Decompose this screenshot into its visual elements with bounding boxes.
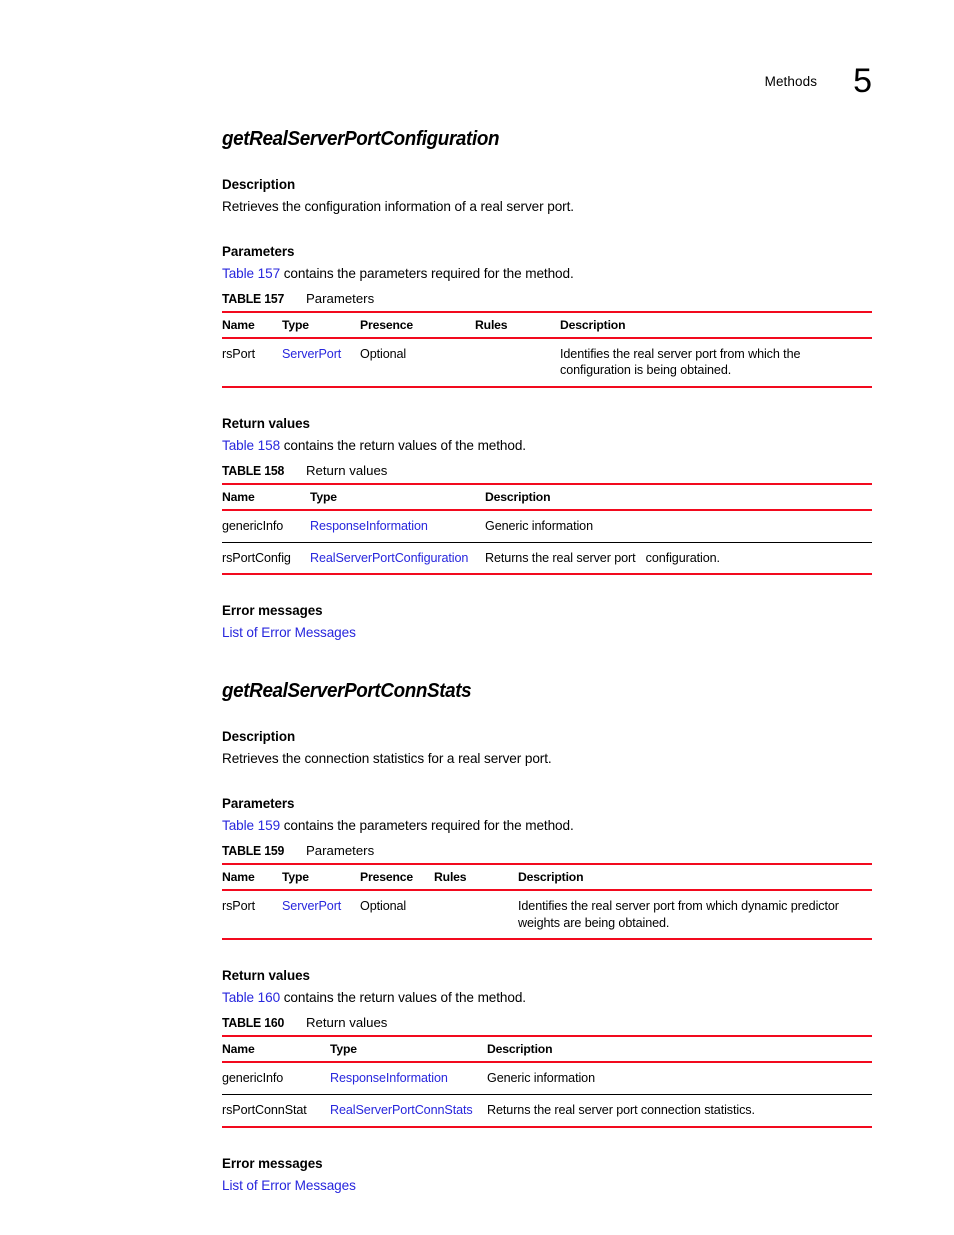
return-values-intro-1: Table 158 contains the return values of … (222, 438, 872, 455)
table-row: rsPort ServerPort Optional Identifies th… (222, 338, 872, 387)
table-158-link[interactable]: Table 158 (222, 438, 280, 453)
col-header-rules: Rules (475, 317, 508, 332)
table-159-caption: TABLE 159 Parameters (222, 843, 872, 859)
table-157-caption: TABLE 157 Parameters (222, 291, 872, 307)
parameters-intro-text-1: contains the parameters required for the… (280, 265, 574, 281)
error-messages-link-2[interactable]: List of Error Messages (222, 1178, 356, 1193)
return-values-heading-2: Return values (222, 968, 310, 984)
table-158: Name Type Description genericInfo Respon… (222, 483, 872, 575)
cell-description: Generic information (487, 1071, 595, 1086)
cell-name: genericInfo (222, 518, 284, 533)
cell-name: rsPort (222, 346, 255, 361)
col-header-description: Description (485, 489, 551, 504)
col-header-name: Name (222, 1042, 255, 1057)
table-row: genericInfo ResponseInformation Generic … (222, 510, 872, 543)
table-160: Name Type Description genericInfo Respon… (222, 1035, 872, 1127)
table-row: genericInfo ResponseInformation Generic … (222, 1062, 872, 1095)
table-row-header: Name Type Presence Rules Description (222, 311, 872, 338)
table-158-title: Return values (306, 463, 388, 479)
table-row-header: Name Type Presence Rules Description (222, 863, 872, 890)
running-header-text: Methods (764, 74, 818, 89)
table-157-title: Parameters (306, 290, 375, 306)
table-160-label: TABLE 160 (222, 1015, 285, 1031)
error-messages-heading-2: Error messages (222, 1155, 323, 1171)
col-header-presence: Presence (360, 869, 414, 884)
cell-description: Returns the real server port configurati… (485, 550, 720, 565)
page-content: getRealServerPortConfiguration Descripti… (222, 127, 872, 1195)
col-header-type: Type (282, 869, 309, 884)
cell-rules (475, 338, 560, 387)
return-values-heading-1: Return values (222, 415, 310, 431)
method-title-2: getRealServerPortConnStats (222, 679, 472, 703)
table-row-header: Name Type Description (222, 483, 872, 510)
table-157: Name Type Presence Rules Description rsP… (222, 311, 872, 388)
table-157-link[interactable]: Table 157 (222, 266, 280, 281)
parameters-intro-text-2: contains the parameters required for the… (280, 818, 574, 834)
cell-description: Generic information (485, 518, 593, 533)
cell-name: rsPortConfig (222, 550, 291, 565)
error-messages-link-1[interactable]: List of Error Messages (222, 625, 356, 640)
cell-type-link[interactable]: ResponseInformation (330, 1062, 487, 1094)
col-header-name: Name (222, 489, 255, 504)
table-160-title: Return values (306, 1015, 388, 1031)
description-text-2: Retrieves the connection statistics for … (222, 751, 552, 767)
chapter-number: 5 (853, 62, 872, 100)
col-header-type: Type (330, 1042, 357, 1057)
cell-name: rsPortConnStat (222, 1103, 307, 1118)
cell-type-link[interactable]: RealServerPortConnStats (330, 1095, 487, 1127)
table-row: rsPortConnStat RealServerPortConnStats R… (222, 1095, 872, 1127)
table-160-caption: TABLE 160 Return values (222, 1015, 872, 1031)
description-heading-2: Description (222, 728, 296, 744)
cell-description: Identifies the real server port from whi… (518, 898, 839, 930)
table-row-header: Name Type Description (222, 1036, 872, 1063)
return-values-intro-2: Table 160 contains the return values of … (222, 990, 872, 1007)
col-header-type: Type (310, 489, 337, 504)
document-page: Methods 5 getRealServerPortConfiguration… (0, 0, 954, 1235)
table-row: rsPortConfig RealServerPortConfiguration… (222, 542, 872, 575)
description-heading-1: Description (222, 176, 296, 192)
table-158-label: TABLE 158 (222, 463, 285, 479)
parameters-intro-2: Table 159 contains the parameters requir… (222, 818, 872, 835)
cell-description: Identifies the real server port from whi… (560, 346, 801, 378)
parameters-heading-2: Parameters (222, 796, 295, 812)
cell-name: rsPort (222, 898, 255, 913)
table-159: Name Type Presence Rules Description rsP… (222, 863, 872, 940)
col-header-rules: Rules (434, 869, 467, 884)
table-158-caption: TABLE 158 Return values (222, 463, 872, 479)
cell-type-link[interactable]: RealServerPortConfiguration (310, 542, 485, 574)
table-157-label: TABLE 157 (222, 290, 285, 306)
col-header-name: Name (222, 869, 255, 884)
col-header-type: Type (282, 317, 309, 332)
col-header-name: Name (222, 317, 255, 332)
cell-rules (434, 890, 518, 939)
parameters-heading-1: Parameters (222, 243, 295, 259)
col-header-description: Description (560, 317, 626, 332)
cell-type-link[interactable]: ServerPort (282, 338, 360, 387)
table-row: rsPort ServerPort Optional Identifies th… (222, 890, 872, 940)
cell-presence: Optional (360, 346, 407, 361)
cell-description: Returns the real server port connection … (487, 1103, 755, 1118)
cell-type-link[interactable]: ServerPort (282, 890, 360, 939)
return-values-intro-text-2: contains the return values of the method… (280, 990, 526, 1006)
cell-presence: Optional (360, 898, 407, 913)
method-title-1: getRealServerPortConfiguration (222, 127, 500, 150)
col-header-description: Description (487, 1042, 553, 1057)
error-messages-heading-1: Error messages (222, 603, 323, 619)
cell-name: genericInfo (222, 1071, 284, 1086)
running-header: Methods 5 (764, 58, 872, 98)
col-header-description: Description (518, 869, 584, 884)
table-159-label: TABLE 159 (222, 843, 285, 859)
table-160-link[interactable]: Table 160 (222, 990, 280, 1005)
parameters-intro-1: Table 157 contains the parameters requir… (222, 266, 872, 283)
col-header-presence: Presence (360, 317, 414, 332)
table-159-title: Parameters (306, 843, 375, 859)
cell-type-link[interactable]: ResponseInformation (310, 510, 485, 542)
description-text-1: Retrieves the configuration information … (222, 198, 574, 214)
table-159-link[interactable]: Table 159 (222, 818, 280, 833)
return-values-intro-text-1: contains the return values of the method… (280, 438, 526, 454)
